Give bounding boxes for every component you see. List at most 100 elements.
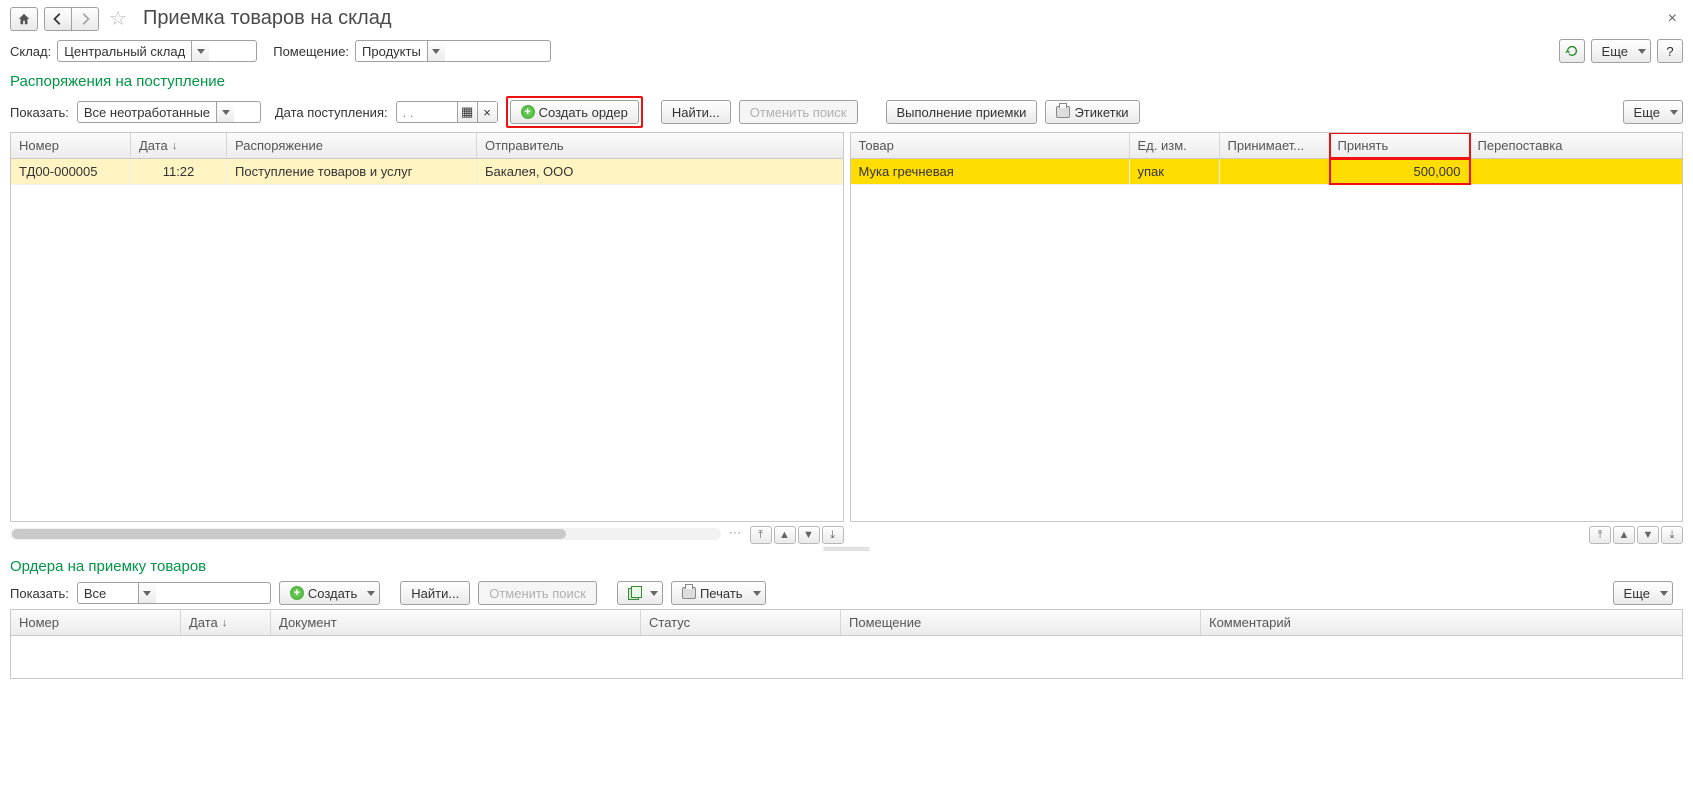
calendar-button[interactable]: ▦ bbox=[457, 102, 477, 122]
section2-more-button[interactable]: Еще bbox=[1613, 581, 1673, 605]
col-room[interactable]: Помещение bbox=[841, 610, 1201, 635]
show-filter-select[interactable]: Все неотработанные bbox=[77, 101, 261, 123]
labels-button[interactable]: Этикетки bbox=[1045, 100, 1139, 124]
orders-show-dropdown[interactable] bbox=[138, 583, 156, 603]
clear-date-button[interactable]: × bbox=[477, 102, 497, 122]
room-dropdown-button[interactable] bbox=[427, 41, 445, 61]
more-label: Еще bbox=[1624, 586, 1650, 601]
show-filter-dropdown[interactable] bbox=[216, 102, 234, 122]
arrow-right-icon bbox=[78, 12, 92, 26]
col-comment[interactable]: Комментарий bbox=[1201, 610, 1682, 635]
create-order-button[interactable]: + Создать ордер bbox=[510, 100, 639, 124]
col-number[interactable]: Номер bbox=[11, 610, 181, 635]
printer-icon bbox=[682, 587, 696, 599]
room-label: Помещение: bbox=[273, 44, 349, 59]
col-product[interactable]: Товар bbox=[851, 133, 1130, 158]
chevron-down-icon bbox=[753, 591, 761, 596]
col-sender[interactable]: Отправитель bbox=[477, 133, 843, 158]
orders-show-label: Показать: bbox=[10, 586, 69, 601]
cell-unit: упак bbox=[1130, 159, 1220, 184]
labels-label: Этикетки bbox=[1074, 105, 1128, 120]
create-button[interactable]: + Создать bbox=[279, 581, 380, 605]
find-label: Найти... bbox=[672, 105, 720, 120]
col-order[interactable]: Распоряжение bbox=[227, 133, 477, 158]
splitter-handle[interactable]: ═════ bbox=[0, 544, 1693, 552]
create-order-highlight: + Создать ордер bbox=[506, 96, 643, 128]
arrow-left-icon bbox=[51, 12, 65, 26]
table-row[interactable]: Мука гречневая упак 500,000 bbox=[851, 159, 1683, 185]
show-label: Показать: bbox=[10, 105, 69, 120]
cell-number: ТД00-000005 bbox=[11, 159, 131, 184]
sort-down-icon: ↓ bbox=[222, 617, 228, 629]
home-icon bbox=[17, 12, 31, 26]
page-title: Приемка товаров на склад bbox=[143, 7, 392, 30]
col-status[interactable]: Статус bbox=[641, 610, 841, 635]
copy-button[interactable] bbox=[617, 581, 663, 605]
nav-back-forward bbox=[44, 7, 99, 31]
receiving-button[interactable]: Выполнение приемки bbox=[886, 100, 1038, 124]
chevron-down-icon bbox=[432, 49, 440, 54]
topbar-more-button[interactable]: Еще bbox=[1591, 39, 1651, 63]
chevron-down-icon bbox=[367, 591, 375, 596]
orders-cancel-search-button[interactable]: Отменить поиск bbox=[478, 581, 597, 605]
col-document[interactable]: Документ bbox=[271, 610, 641, 635]
chevron-down-icon bbox=[197, 49, 205, 54]
col-redelivery[interactable]: Перепоставка bbox=[1470, 133, 1683, 158]
home-button[interactable] bbox=[10, 7, 38, 31]
scroll-thumb[interactable] bbox=[12, 529, 566, 539]
refresh-button[interactable] bbox=[1559, 39, 1585, 63]
more-label: Еще bbox=[1602, 44, 1628, 59]
orders-grid: Номер Дата↓ Распоряжение Отправитель ТД0… bbox=[10, 132, 844, 522]
col-accept[interactable]: Принять bbox=[1330, 133, 1470, 158]
favorite-star-icon[interactable]: ☆ bbox=[109, 6, 127, 31]
receiving-label: Выполнение приемки bbox=[897, 105, 1027, 120]
arrival-date-value: . . bbox=[397, 102, 457, 122]
chevron-down-icon bbox=[222, 110, 230, 115]
back-button[interactable] bbox=[44, 7, 71, 31]
orders-pane: Номер Дата↓ Распоряжение Отправитель ТД0… bbox=[10, 132, 844, 544]
chevron-down-icon bbox=[650, 591, 658, 596]
create-label: Создать bbox=[308, 586, 357, 601]
table-row[interactable]: ТД00-000005 11:22 Поступление товаров и … bbox=[11, 159, 843, 185]
nav-down-button[interactable]: ▼ bbox=[1637, 526, 1659, 544]
refresh-icon bbox=[1565, 44, 1579, 58]
print-button[interactable]: Печать bbox=[671, 581, 766, 605]
warehouse-select[interactable]: Центральный склад bbox=[57, 40, 257, 62]
warehouse-dropdown-button[interactable] bbox=[191, 41, 209, 61]
receipt-orders-grid: Номер Дата↓ Документ Статус Помещение Ко… bbox=[10, 609, 1683, 679]
sort-down-icon: ↓ bbox=[172, 140, 178, 152]
col-number[interactable]: Номер bbox=[11, 133, 131, 158]
col-receiving[interactable]: Принимает... bbox=[1220, 133, 1330, 158]
orders-show-select[interactable]: Все bbox=[77, 582, 271, 604]
forward-button[interactable] bbox=[71, 7, 99, 31]
arrival-date-input[interactable]: . . ▦ × bbox=[396, 101, 498, 123]
label-icon bbox=[1056, 106, 1070, 118]
nav-down-button[interactable]: ▼ bbox=[798, 526, 820, 544]
col-date[interactable]: Дата↓ bbox=[131, 133, 227, 158]
nav-bottom-button[interactable]: ⤓ bbox=[1661, 526, 1683, 544]
nav-up-button[interactable]: ▲ bbox=[1613, 526, 1635, 544]
chevron-down-icon bbox=[1638, 49, 1646, 54]
chevron-down-icon bbox=[143, 591, 151, 596]
calendar-icon: ▦ bbox=[461, 104, 473, 120]
col-date[interactable]: Дата↓ bbox=[181, 610, 271, 635]
find-button[interactable]: Найти... bbox=[661, 100, 731, 124]
nav-top-button[interactable]: ⤒ bbox=[750, 526, 772, 544]
help-label: ? bbox=[1666, 44, 1673, 59]
orders-hscroll[interactable] bbox=[10, 528, 721, 540]
room-select[interactable]: Продукты bbox=[355, 40, 551, 62]
orders-find-button[interactable]: Найти... bbox=[400, 581, 470, 605]
cell-accept[interactable]: 500,000 bbox=[1330, 159, 1470, 184]
warehouse-label: Склад: bbox=[10, 44, 51, 59]
nav-up-button[interactable]: ▲ bbox=[774, 526, 796, 544]
help-button[interactable]: ? bbox=[1657, 39, 1683, 63]
close-button[interactable]: × bbox=[1662, 10, 1683, 28]
chevron-down-icon bbox=[1660, 591, 1668, 596]
nav-top-button[interactable]: ⤒ bbox=[1589, 526, 1611, 544]
cancel-search-button[interactable]: Отменить поиск bbox=[739, 100, 858, 124]
col-unit[interactable]: Ед. изм. bbox=[1130, 133, 1220, 158]
cell-date: 11:22 bbox=[131, 159, 227, 184]
cell-sender: Бакалея, ООО bbox=[477, 159, 843, 184]
more-label: Еще bbox=[1634, 105, 1660, 120]
section1-more-button[interactable]: Еще bbox=[1623, 100, 1683, 124]
